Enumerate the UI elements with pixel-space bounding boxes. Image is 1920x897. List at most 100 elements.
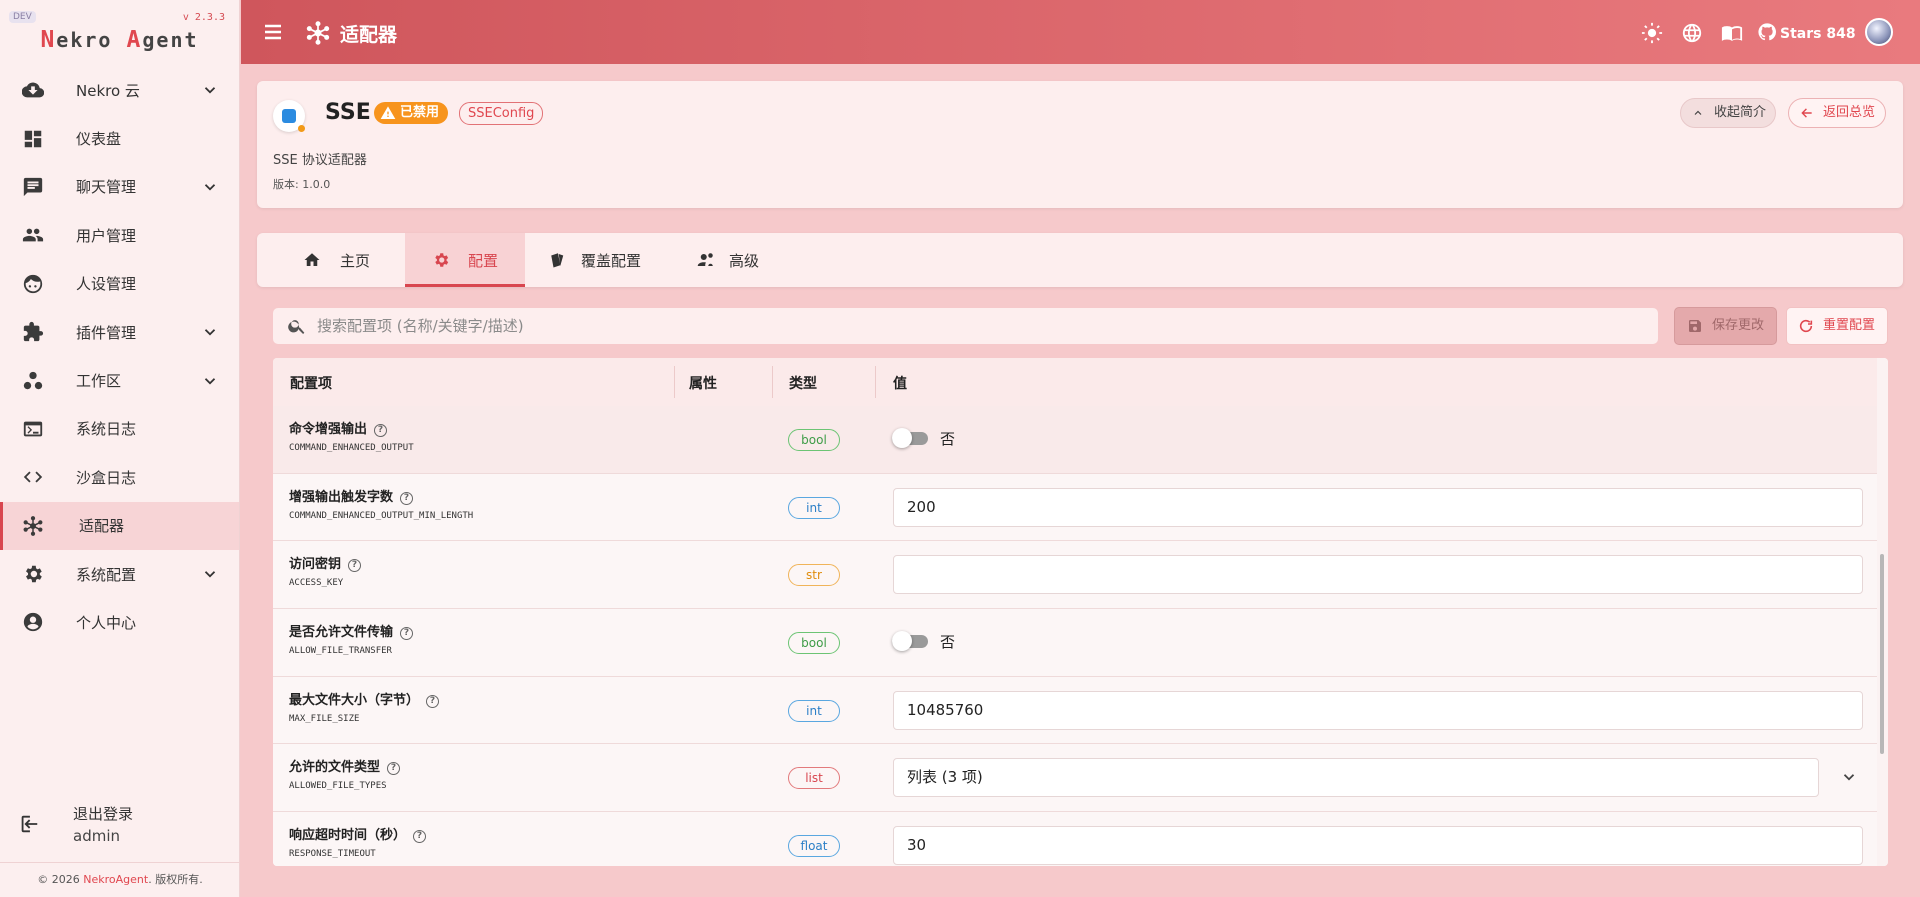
toggle-switch[interactable] bbox=[892, 631, 928, 652]
sidebar-item-label: 个人中心 bbox=[76, 613, 137, 632]
config-class-badge: SSEConfig bbox=[459, 102, 544, 125]
help-icon[interactable]: ? bbox=[348, 559, 362, 573]
help-icon[interactable]: ? bbox=[413, 830, 427, 844]
sidebar-item-system-logs[interactable]: 系统日志 bbox=[0, 405, 239, 453]
sidebar-item-persona[interactable]: 人设管理 bbox=[0, 260, 239, 308]
sidebar-item-label: Nekro 云 bbox=[76, 81, 140, 100]
adapter-tabs: 主页 配置 覆盖配置 高级 bbox=[257, 233, 1903, 287]
tab-home[interactable]: 主页 bbox=[257, 233, 393, 287]
brand-name: Nekro Agent bbox=[40, 27, 199, 53]
help-icon[interactable]: ? bbox=[374, 424, 388, 437]
toggle-switch[interactable] bbox=[892, 428, 928, 448]
config-key: ALLOWED_FILE_TYPES bbox=[289, 781, 387, 792]
config-key: COMMAND_ENHANCED_OUTPUT_MIN_LENGTH bbox=[289, 510, 474, 521]
terminal-icon bbox=[23, 421, 43, 437]
chevron-up-icon bbox=[1694, 110, 1702, 115]
sidebar-item-chat[interactable]: 聊天管理 bbox=[0, 163, 239, 211]
tab-override-config[interactable]: 覆盖配置 bbox=[539, 233, 679, 287]
adapter-info-card: SSE 已禁用 SSEConfig SSE 协议适配器 版本: 1.0.0 收起… bbox=[257, 81, 1903, 208]
warning-icon bbox=[380, 106, 396, 119]
collapse-intro-button[interactable]: 收起简介 bbox=[1680, 98, 1776, 128]
sidebar-item-label: 聊天管理 bbox=[76, 178, 137, 197]
sidebar-item-adapters[interactable]: 适配器 bbox=[0, 501, 239, 550]
sidebar-item-sandbox-logs[interactable]: 沙盒日志 bbox=[0, 453, 239, 501]
puzzle-icon bbox=[23, 322, 44, 342]
sidebar-item-nekro-cloud[interactable]: Nekro 云 bbox=[0, 66, 239, 114]
value-input[interactable]: 10485760 bbox=[893, 690, 1863, 730]
dashboard-icon bbox=[24, 130, 42, 147]
value-input[interactable]: 30 bbox=[893, 826, 1863, 866]
account-icon bbox=[23, 613, 43, 632]
config-key: ALLOW_FILE_TRANSFER bbox=[289, 646, 392, 657]
help-icon[interactable]: ? bbox=[387, 762, 401, 776]
chat-icon bbox=[23, 177, 43, 197]
user-gear-icon bbox=[697, 253, 713, 266]
globe-icon[interactable] bbox=[1681, 22, 1703, 44]
sidebar-item-workspace[interactable]: 工作区 bbox=[0, 356, 239, 404]
chevron-down-icon bbox=[204, 329, 216, 336]
back-to-overview-button[interactable]: 返回总览 bbox=[1788, 98, 1886, 128]
list-value-field[interactable]: 列表 (3 项) bbox=[893, 758, 1819, 798]
sidebar-item-plugins[interactable]: 插件管理 bbox=[0, 308, 239, 356]
cloud-download-icon bbox=[22, 82, 44, 98]
github-stars[interactable]: Stars 848 bbox=[1758, 23, 1856, 42]
search-input[interactable] bbox=[317, 308, 1647, 344]
sidebar-item-label: 系统日志 bbox=[76, 420, 137, 439]
app-logo: DEV v 2.3.3 Nekro Agent bbox=[0, 0, 239, 66]
logout-button[interactable]: 退出登录 admin bbox=[0, 798, 240, 854]
sidebar-item-profile[interactable]: 个人中心 bbox=[0, 598, 239, 646]
github-icon bbox=[1758, 23, 1776, 41]
table-header: 配置项 属性 类型 值 bbox=[273, 358, 1877, 406]
tab-config[interactable]: 配置 bbox=[405, 233, 525, 287]
table-row: 最大文件大小（字节）? MAX_FILE_SIZE int 10485760 bbox=[273, 676, 1877, 745]
sidebar-item-label: 仪表盘 bbox=[76, 130, 122, 149]
sidebar-item-system-config[interactable]: 系统配置 bbox=[0, 550, 239, 598]
sidebar: DEV v 2.3.3 Nekro Agent Nekro 云 仪表盘 聊天管理… bbox=[0, 0, 240, 897]
sidebar-item-label: 工作区 bbox=[76, 372, 122, 391]
code-icon bbox=[23, 471, 43, 483]
table-row: 允许的文件类型? ALLOWED_FILE_TYPES list 列表 (3 项… bbox=[273, 744, 1877, 813]
help-icon[interactable]: ? bbox=[400, 491, 414, 505]
footer-brand-link[interactable]: NekroAgent bbox=[83, 873, 148, 886]
book-icon[interactable] bbox=[1721, 22, 1743, 44]
avatar[interactable] bbox=[1865, 18, 1893, 46]
hub-icon bbox=[23, 515, 43, 536]
gear-icon bbox=[435, 253, 449, 267]
config-name: 响应超时时间（秒）? bbox=[289, 824, 427, 844]
save-changes-button[interactable]: 保存更改 bbox=[1674, 307, 1777, 345]
menu-icon[interactable] bbox=[261, 20, 285, 44]
sidebar-item-label: 适配器 bbox=[79, 517, 125, 536]
column-header-attr: 属性 bbox=[689, 376, 717, 392]
sidebar-item-dashboard[interactable]: 仪表盘 bbox=[0, 114, 239, 162]
value-input[interactable]: 200 bbox=[893, 487, 1863, 527]
workspace-icon bbox=[23, 371, 43, 389]
config-table: 配置项 属性 类型 值 命令增强输出? COMMAND_ENHANCED_OUT… bbox=[273, 358, 1888, 866]
chevron-down-icon bbox=[204, 184, 216, 191]
sidebar-item-users[interactable]: 用户管理 bbox=[0, 211, 239, 259]
chevron-down-icon[interactable] bbox=[1840, 768, 1858, 786]
value-input[interactable] bbox=[893, 555, 1863, 595]
tab-advanced[interactable]: 高级 bbox=[687, 233, 797, 287]
config-name: 允许的文件类型? bbox=[289, 756, 401, 776]
toggle-label: 否 bbox=[940, 430, 956, 448]
sidebar-item-label: 用户管理 bbox=[76, 226, 137, 245]
type-badge: str bbox=[788, 564, 840, 587]
page-title: 适配器 bbox=[340, 24, 398, 46]
type-badge: int bbox=[788, 496, 840, 519]
sidebar-item-label: 沙盒日志 bbox=[76, 468, 137, 487]
search-icon bbox=[288, 320, 305, 334]
reset-config-button[interactable]: 重置配置 bbox=[1786, 307, 1888, 345]
layers-icon bbox=[551, 253, 564, 268]
adapter-version: 版本: 1.0.0 bbox=[273, 178, 331, 191]
hub-icon bbox=[306, 21, 330, 45]
help-icon[interactable]: ? bbox=[400, 627, 414, 641]
sun-icon[interactable] bbox=[1641, 22, 1663, 44]
scrollbar-thumb[interactable] bbox=[1880, 554, 1884, 754]
version-label: v 2.3.3 bbox=[182, 12, 225, 23]
table-row: 响应超时时间（秒）? RESPONSE_TIMEOUT float 30 bbox=[273, 812, 1877, 866]
column-header-item: 配置项 bbox=[290, 376, 332, 392]
column-header-value: 值 bbox=[893, 376, 907, 392]
help-icon[interactable]: ? bbox=[426, 694, 440, 708]
table-scrollbar[interactable] bbox=[1877, 358, 1888, 866]
dev-badge: DEV bbox=[9, 11, 36, 23]
